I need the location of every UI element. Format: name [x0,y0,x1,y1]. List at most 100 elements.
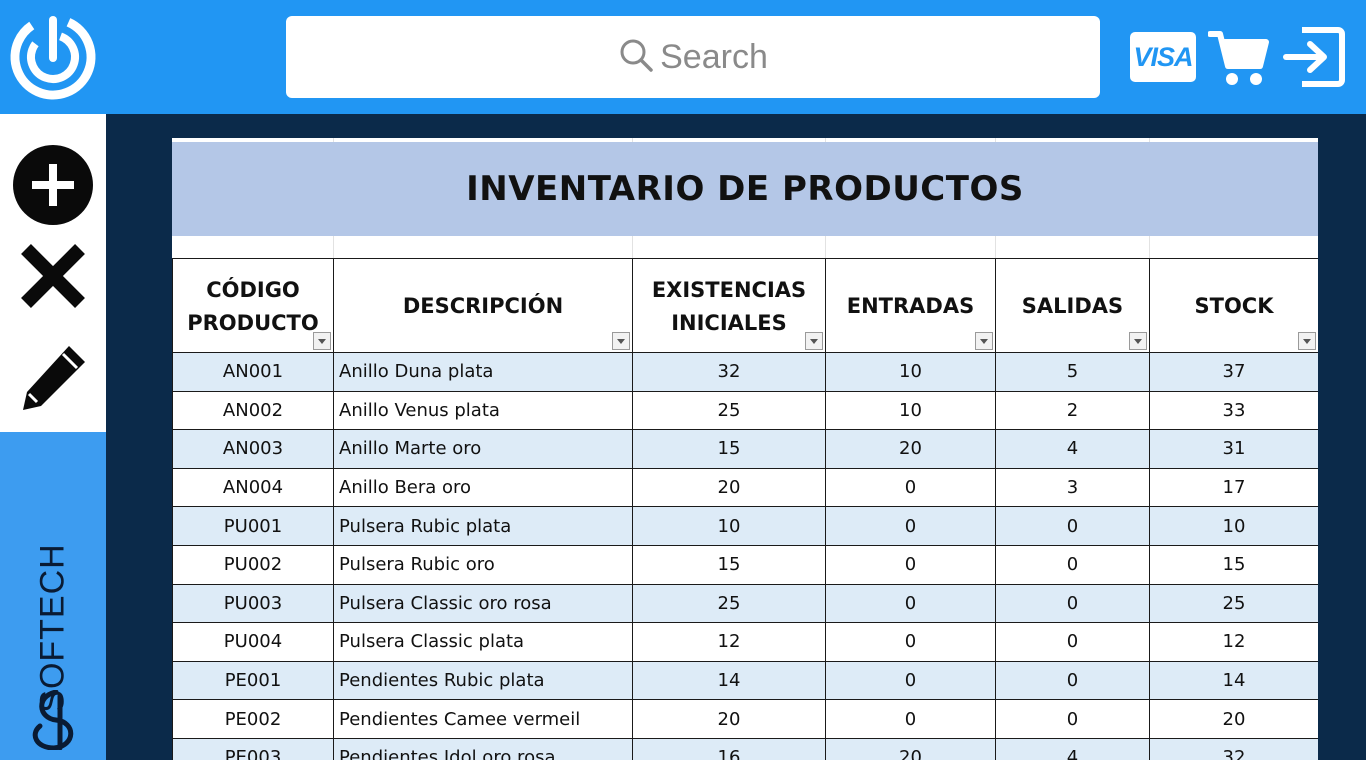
cell-existencias[interactable]: 15 [632,544,826,585]
filter-dropdown-icon[interactable] [1129,332,1147,350]
cell-stock[interactable]: 14 [1149,660,1318,701]
cell-stock[interactable]: 10 [1149,506,1318,546]
cell-codigo[interactable]: PU003 [172,583,334,624]
cell-salidas[interactable]: 5 [995,352,1150,392]
sheet-title-band: INVENTARIO DE PRODUCTOS [172,142,1318,236]
pencil-icon [17,342,89,419]
cell-salidas[interactable]: 4 [995,737,1150,760]
cell-existencias[interactable]: 20 [632,699,826,739]
table-row[interactable]: AN004 Anillo Bera oro 20 0 3 17 [172,467,1318,508]
table-row[interactable]: PE002 Pendientes Camee vermeil 20 0 0 20 [172,699,1318,739]
search-bar[interactable]: Search [286,16,1100,98]
cell-codigo[interactable]: PE002 [172,699,334,739]
cell-entradas[interactable]: 10 [825,390,996,431]
table-row[interactable]: AN002 Anillo Venus plata 25 10 2 33 [172,390,1318,431]
cell-entradas[interactable]: 20 [825,429,996,469]
cart-icon[interactable] [1207,28,1270,88]
cell-descripcion[interactable]: Anillo Duna plata [333,352,633,392]
cell-descripcion[interactable]: Pendientes Idol oro rosa [333,737,633,760]
column-header-codigo: CÓDIGO PRODUCTO [172,258,334,353]
cell-existencias[interactable]: 15 [632,429,826,469]
cell-existencias[interactable]: 10 [632,506,826,546]
cell-stock[interactable]: 20 [1149,699,1318,739]
cell-entradas[interactable]: 0 [825,699,996,739]
cell-entradas[interactable]: 0 [825,583,996,624]
search-placeholder: Search [660,37,768,76]
cell-codigo[interactable]: AN004 [172,467,334,508]
table-row[interactable]: PE001 Pendientes Rubic plata 14 0 0 14 [172,660,1318,701]
filter-dropdown-icon[interactable] [975,332,993,350]
cell-salidas[interactable]: 0 [995,699,1150,739]
cell-existencias[interactable]: 32 [632,352,826,392]
cell-stock[interactable]: 31 [1149,429,1318,469]
cell-existencias[interactable]: 16 [632,737,826,760]
table-row[interactable]: PU003 Pulsera Classic oro rosa 25 0 0 25 [172,583,1318,624]
cell-stock[interactable]: 37 [1149,352,1318,392]
cell-descripcion[interactable]: Pulsera Classic plata [333,622,633,662]
filter-dropdown-icon[interactable] [612,332,630,350]
cell-descripcion[interactable]: Pulsera Rubic plata [333,506,633,546]
edit-button[interactable] [10,340,96,420]
cell-entradas[interactable]: 0 [825,506,996,546]
brand-logo-icon [26,689,86,751]
cell-stock[interactable]: 32 [1149,737,1318,760]
power-logo-icon[interactable] [6,10,100,104]
brand-name: SOFTECH [33,543,72,713]
cell-salidas[interactable]: 2 [995,390,1150,431]
cell-existencias[interactable]: 14 [632,660,826,701]
cell-descripcion[interactable]: Anillo Bera oro [333,467,633,508]
cell-entradas[interactable]: 0 [825,544,996,585]
cell-existencias[interactable]: 25 [632,583,826,624]
cell-entradas[interactable]: 0 [825,467,996,508]
cell-entradas[interactable]: 0 [825,660,996,701]
cell-existencias[interactable]: 25 [632,390,826,431]
cell-stock[interactable]: 17 [1149,467,1318,508]
cell-descripcion[interactable]: Anillo Marte oro [333,429,633,469]
table-row[interactable]: PU004 Pulsera Classic plata 12 0 0 12 [172,622,1318,662]
cell-codigo[interactable]: AN001 [172,352,334,392]
cell-codigo[interactable]: PU004 [172,622,334,662]
filter-dropdown-icon[interactable] [1298,332,1316,350]
table-row[interactable]: PU001 Pulsera Rubic plata 10 0 0 10 [172,506,1318,546]
cell-descripcion[interactable]: Pendientes Rubic plata [333,660,633,701]
table-row[interactable]: AN001 Anillo Duna plata 32 10 5 37 [172,352,1318,392]
cell-stock[interactable]: 12 [1149,622,1318,662]
cell-codigo[interactable]: PE001 [172,660,334,701]
add-button[interactable] [10,144,96,227]
cell-existencias[interactable]: 20 [632,467,826,508]
table-row[interactable]: PE003 Pendientes Idol oro rosa 16 20 4 3… [172,737,1318,760]
visa-card-icon[interactable]: VISA [1130,32,1196,82]
cell-salidas[interactable]: 3 [995,467,1150,508]
filter-dropdown-icon[interactable] [313,332,331,350]
cell-codigo[interactable]: AN002 [172,390,334,431]
cell-stock[interactable]: 15 [1149,544,1318,585]
cell-stock[interactable]: 33 [1149,390,1318,431]
cell-salidas[interactable]: 0 [995,506,1150,546]
inventory-table: CÓDIGO PRODUCTO DESCRIPCIÓN EXISTENCIAS IN… [172,258,1318,760]
cell-salidas[interactable]: 0 [995,583,1150,624]
cell-entradas[interactable]: 10 [825,352,996,392]
delete-button[interactable] [10,238,96,318]
cell-entradas[interactable]: 20 [825,737,996,760]
cell-descripcion[interactable]: Pulsera Rubic oro [333,544,633,585]
cell-descripcion[interactable]: Anillo Venus plata [333,390,633,431]
cell-entradas[interactable]: 0 [825,622,996,662]
cell-codigo[interactable]: PU002 [172,544,334,585]
cell-codigo[interactable]: AN003 [172,429,334,469]
table-row[interactable]: AN003 Anillo Marte oro 15 20 4 31 [172,429,1318,469]
cell-salidas[interactable]: 0 [995,660,1150,701]
cell-existencias[interactable]: 12 [632,622,826,662]
cell-codigo[interactable]: PE003 [172,737,334,760]
cell-salidas[interactable]: 0 [995,544,1150,585]
cell-stock[interactable]: 25 [1149,583,1318,624]
column-header-existencias: EXISTENCIAS INICIALES [632,258,826,353]
cell-salidas[interactable]: 0 [995,622,1150,662]
table-header-row: CÓDIGO PRODUCTO DESCRIPCIÓN EXISTENCIAS IN… [172,258,1318,353]
cell-descripcion[interactable]: Pendientes Camee vermeil [333,699,633,739]
logout-icon[interactable] [1282,26,1346,88]
cell-codigo[interactable]: PU001 [172,506,334,546]
cell-salidas[interactable]: 4 [995,429,1150,469]
table-row[interactable]: PU002 Pulsera Rubic oro 15 0 0 15 [172,544,1318,585]
cell-descripcion[interactable]: Pulsera Classic oro rosa [333,583,633,624]
filter-dropdown-icon[interactable] [805,332,823,350]
